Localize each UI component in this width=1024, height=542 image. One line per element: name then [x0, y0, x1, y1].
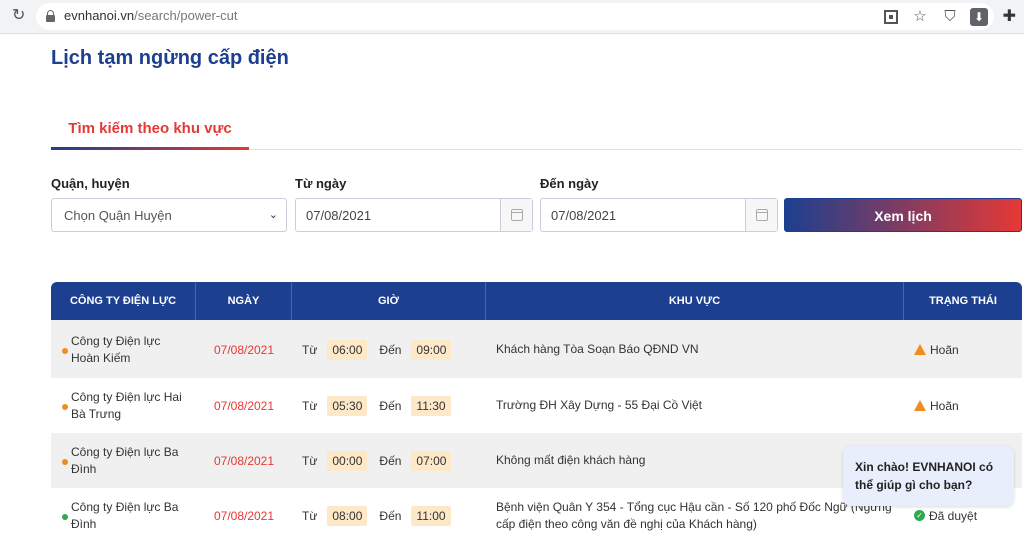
check-circle-icon: ✓	[914, 510, 925, 521]
qr-code-icon[interactable]	[884, 10, 898, 24]
status-cell: Hoãn	[904, 378, 1022, 433]
to-word: Đến	[379, 453, 402, 468]
star-icon[interactable]: ☆	[912, 9, 928, 25]
page-title: Lịch tạm ngừng cấp điện	[51, 47, 289, 69]
area-cell: Bệnh viện Quân Y 354 - Tổng cục Hậu cần …	[496, 499, 892, 531]
header-time: GIỜ	[292, 282, 486, 320]
table-header: CÔNG TY ĐIỆN LỰC NGÀY GIỜ KHU VỰC TRẠNG …	[51, 282, 1022, 320]
district-label: Quận, huyện	[51, 176, 130, 191]
company-cell: Công ty Điện lực Hoàn Kiếm	[51, 322, 196, 377]
to-calendar-button[interactable]	[745, 199, 777, 231]
from-date-value: 07/08/2021	[306, 208, 372, 223]
area-cell: Trường ĐH Xây Dựng - 55 Đại Cồ Việt	[496, 398, 703, 412]
download-icon[interactable]: ⬇	[970, 8, 988, 26]
from-date-label: Từ ngày	[295, 176, 347, 191]
status-text: Hoãn	[930, 398, 959, 413]
time-cell: Từ 06:00 Đến 09:00	[292, 322, 486, 377]
search-tabs: Tìm kiếm theo khu vực	[51, 110, 1022, 150]
status-text: Hoãn	[930, 342, 959, 357]
view-schedule-button[interactable]: Xem lịch	[784, 198, 1022, 232]
start-time: 08:00	[327, 505, 368, 526]
district-select-value: Chọn Quận Huyện	[64, 208, 172, 223]
from-word: Từ	[302, 342, 318, 357]
url-host: evnhanoi.vn	[64, 8, 135, 23]
header-company: CÔNG TY ĐIỆN LỰC	[51, 282, 196, 320]
from-word: Từ	[302, 453, 318, 468]
status-dot	[62, 514, 68, 520]
start-time: 00:00	[327, 450, 368, 471]
status-cell: Hoãn	[904, 322, 1022, 377]
area-cell: Không mất điện khách hàng	[496, 453, 646, 467]
from-calendar-button[interactable]	[500, 199, 532, 231]
from-word: Từ	[302, 508, 318, 523]
area-cell: Khách hàng Tòa Soạn Báo QĐND VN	[496, 342, 699, 356]
table-row[interactable]: Công ty Điện lực Hoàn Kiếm 07/08/2021 Từ 06…	[51, 322, 1022, 377]
company-name: Công ty Điện lực Ba Đình	[71, 444, 179, 476]
status-text: Đã duyệt	[929, 508, 978, 523]
tab-search-by-area[interactable]: Tìm kiếm theo khu vực	[51, 110, 249, 150]
extensions-puzzle-icon[interactable]: ✚	[1003, 6, 1016, 26]
header-status: TRẠNG THÁI	[929, 295, 997, 307]
calendar-icon	[756, 209, 768, 221]
time-cell: Từ 00:00 Đến 07:00	[292, 433, 486, 488]
to-date-value: 07/08/2021	[551, 208, 617, 223]
end-time: 11:30	[411, 395, 451, 416]
to-word: Đến	[379, 508, 402, 523]
company-name: Công ty Điện lực Hai Bà Trưng	[71, 389, 182, 421]
end-time: 09:00	[411, 339, 452, 360]
status-dot	[62, 404, 68, 410]
reload-icon[interactable]: ↻	[12, 7, 30, 25]
header-area: KHU VỰC	[486, 282, 904, 320]
warning-icon	[914, 400, 926, 411]
chevron-down-icon: ⌄	[268, 209, 278, 221]
company-name: Công ty Điện lực Ba Đình	[71, 499, 179, 531]
company-cell: Công ty Điện lực Ba Đình	[51, 433, 196, 488]
calendar-icon	[511, 209, 523, 221]
company-name: Công ty Điện lực Hoàn Kiếm	[71, 333, 161, 365]
to-date-input[interactable]: 07/08/2021	[540, 198, 778, 232]
time-cell: Từ 05:30 Đến 11:30	[292, 378, 486, 433]
start-time: 06:00	[327, 339, 368, 360]
address-bar[interactable]: evnhanoi.vn/search/power-cut ☆ ⛉	[36, 3, 994, 30]
end-time: 07:00	[411, 450, 452, 471]
time-cell: Từ 08:00 Đến 11:00	[292, 488, 486, 542]
date-cell: 07/08/2021	[213, 342, 275, 357]
warning-icon	[914, 344, 926, 355]
lock-icon[interactable]	[46, 10, 55, 22]
date-cell: 07/08/2021	[213, 508, 275, 523]
status-dot	[62, 348, 68, 354]
date-cell: 07/08/2021	[213, 453, 275, 468]
date-cell: 07/08/2021	[213, 398, 275, 413]
to-word: Đến	[379, 342, 402, 357]
from-word: Từ	[302, 398, 318, 413]
chat-greeting-bubble[interactable]: Xin chào! EVNHANOI có thể giúp gì cho bạ…	[843, 446, 1014, 506]
start-time: 05:30	[327, 395, 368, 416]
table-row[interactable]: Công ty Điện lực Hai Bà Trưng 07/08/2021 T…	[51, 378, 1022, 433]
url-text: evnhanoi.vn/search/power-cut	[64, 8, 237, 23]
header-date: NGÀY	[196, 282, 292, 320]
to-word: Đến	[379, 398, 402, 413]
company-cell: Công ty Điện lực Ba Đình	[51, 488, 196, 542]
url-path: /search/power-cut	[134, 8, 238, 23]
company-cell: Công ty Điện lực Hai Bà Trưng	[51, 378, 196, 433]
shield-icon[interactable]: ⛉	[942, 9, 958, 25]
end-time: 11:00	[411, 505, 451, 526]
to-date-label: Đến ngày	[540, 176, 599, 191]
browser-toolbar: ↻ evnhanoi.vn/search/power-cut ☆ ⛉ ⬇ ✚	[0, 0, 1024, 34]
status-dot	[62, 459, 68, 465]
district-select[interactable]: Chọn Quận Huyện ⌄	[51, 198, 287, 232]
from-date-input[interactable]: 07/08/2021	[295, 198, 533, 232]
